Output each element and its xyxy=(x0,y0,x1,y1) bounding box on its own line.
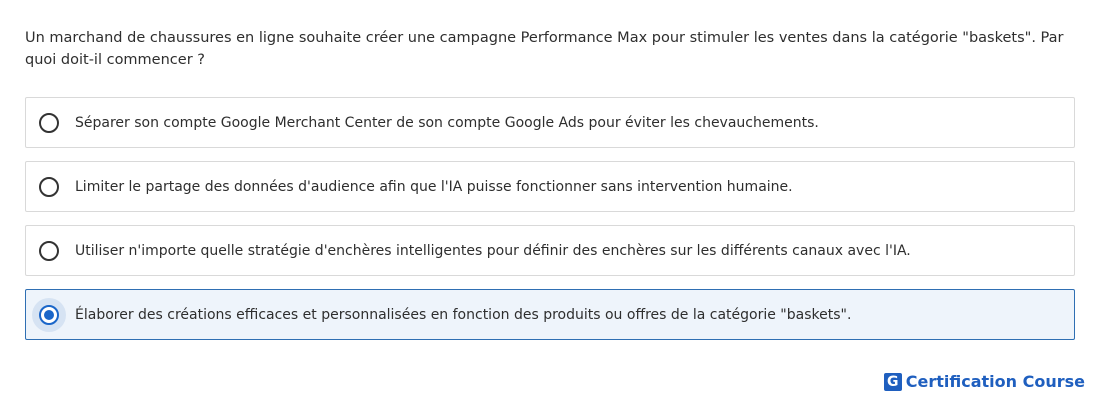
radio-button-1[interactable] xyxy=(39,112,59,133)
brand-name: Certification Course xyxy=(905,372,1085,391)
radio-button-3[interactable] xyxy=(39,240,59,261)
radio-container xyxy=(25,291,73,339)
radio-container xyxy=(25,227,73,275)
radio-selected-dot xyxy=(44,309,54,320)
answer-option-4-label: Élaborer des créations efficaces et pers… xyxy=(75,306,852,323)
radio-halo xyxy=(39,112,59,133)
quiz-page: Un marchand de chaussures en ligne souha… xyxy=(0,0,1100,401)
answer-options: Séparer son compte Google Merchant Cente… xyxy=(25,97,1075,353)
radio-button-4[interactable] xyxy=(39,304,59,325)
brand-logo-icon: G xyxy=(883,372,902,391)
answer-option-1-label: Séparer son compte Google Merchant Cente… xyxy=(75,114,819,131)
answer-option-4[interactable]: Élaborer des créations efficaces et pers… xyxy=(25,289,1075,340)
radio-button-2[interactable] xyxy=(39,176,59,197)
answer-option-2-label: Limiter le partage des données d'audienc… xyxy=(75,178,793,195)
brand-watermark: G Certification Course xyxy=(883,372,1085,391)
radio-halo xyxy=(39,240,59,261)
answer-option-2[interactable]: Limiter le partage des données d'audienc… xyxy=(25,161,1075,212)
radio-container xyxy=(25,163,73,211)
radio-halo xyxy=(39,176,59,197)
radio-container xyxy=(25,99,73,147)
answer-option-3-label: Utiliser n'importe quelle stratégie d'en… xyxy=(75,242,911,259)
answer-option-1[interactable]: Séparer son compte Google Merchant Cente… xyxy=(25,97,1075,148)
question-text: Un marchand de chaussures en ligne souha… xyxy=(25,30,1064,68)
radio-halo xyxy=(32,297,66,332)
answer-option-3[interactable]: Utiliser n'importe quelle stratégie d'en… xyxy=(25,225,1075,276)
